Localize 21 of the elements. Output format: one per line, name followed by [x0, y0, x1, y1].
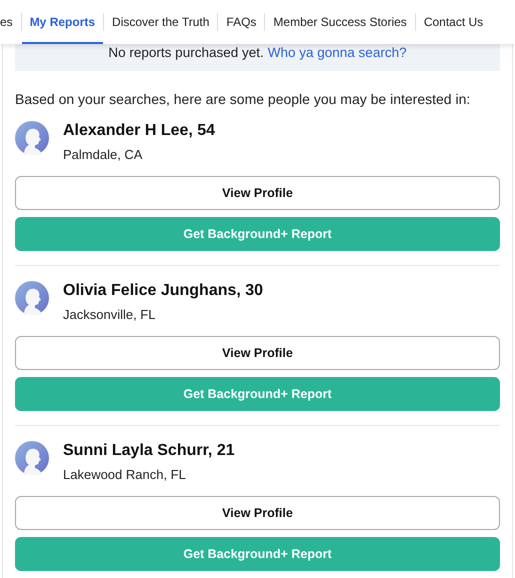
person-name: Sunni Layla Schurr, 21: [63, 442, 235, 460]
nav-tab[interactable]: FAQs: [218, 0, 264, 44]
nav-tab[interactable]: Member Success Stories: [265, 0, 415, 44]
nav-tab[interactable]: My Reports: [22, 0, 104, 44]
view-profile-button[interactable]: View Profile: [15, 496, 500, 530]
person-location: Jacksonville, FL: [63, 307, 156, 322]
avatar-icon: [15, 281, 49, 315]
notice-text: No reports purchased yet.: [108, 45, 264, 60]
intro-text: Based on your searches, here are some people you may be interested in:: [15, 91, 472, 107]
avatar-icon: [15, 121, 49, 155]
person-name: Alexander H Lee, 54: [63, 122, 216, 140]
nav-tab[interactable]: Discover the Truth: [104, 0, 218, 44]
nav-tab[interactable]: es: [0, 0, 21, 44]
person-location: Lakewood Ranch, FL: [63, 467, 187, 482]
avatar-icon: [15, 441, 49, 475]
view-profile-button[interactable]: View Profile: [15, 336, 500, 370]
person-name: Olivia Felice Junghans, 30: [63, 282, 264, 300]
nav-tab[interactable]: Contact Us: [416, 0, 492, 44]
person-location: Palmdale, CA: [63, 147, 144, 162]
search-link[interactable]: Who ya gonna search?: [268, 45, 407, 60]
view-profile-button[interactable]: View Profile: [15, 176, 500, 210]
